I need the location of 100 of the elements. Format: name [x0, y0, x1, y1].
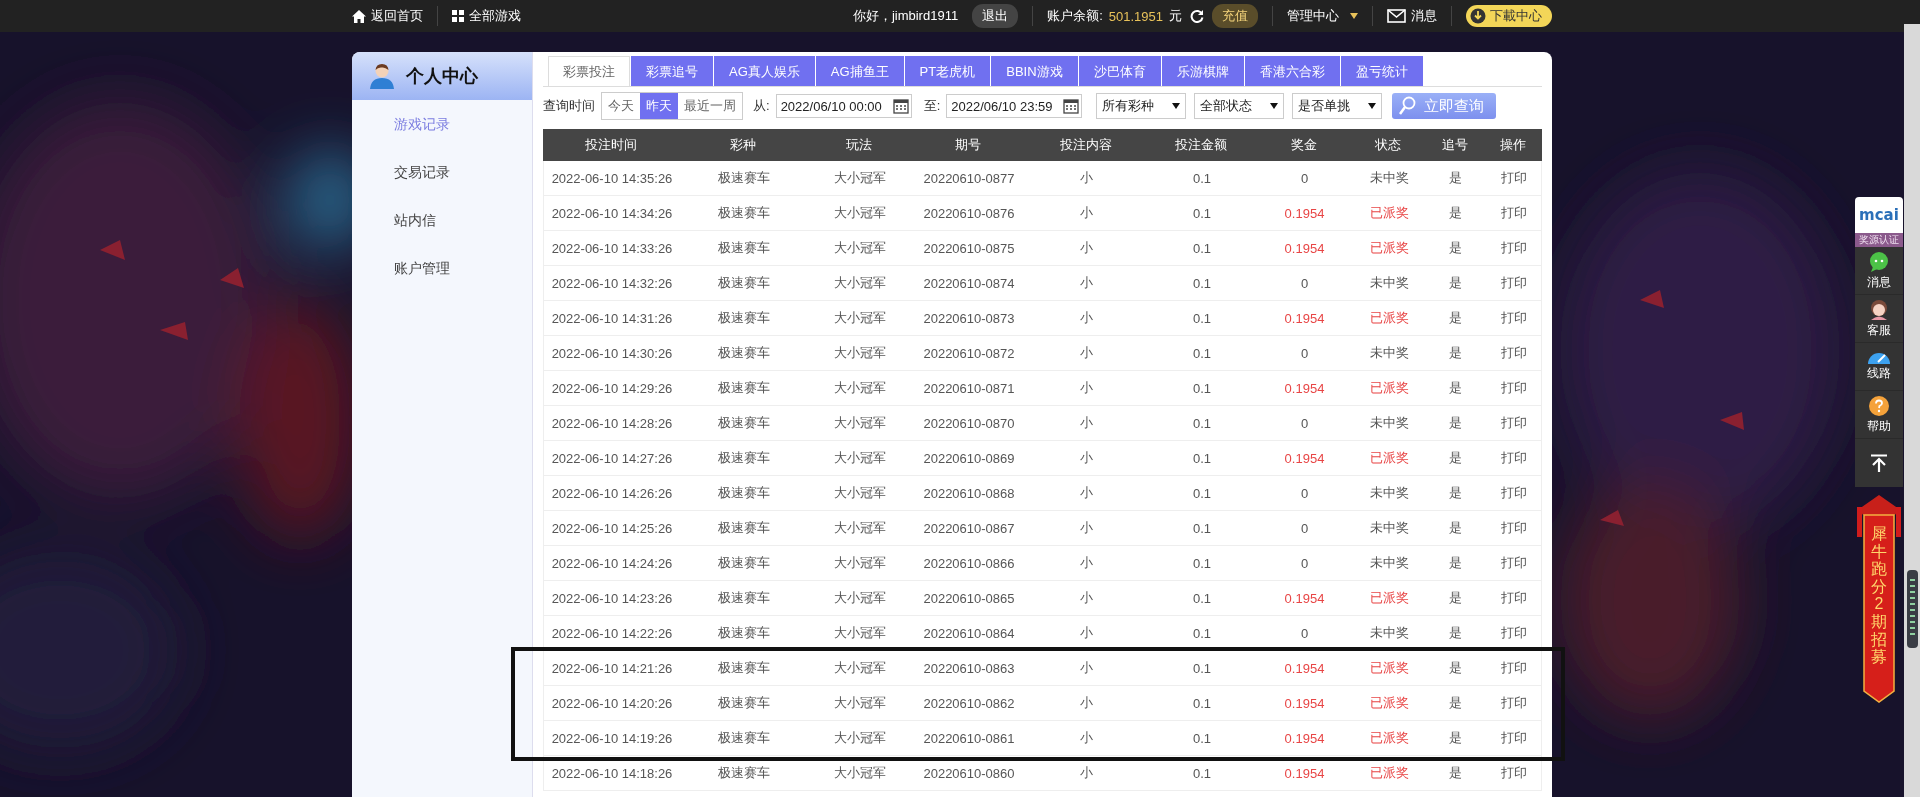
print-link[interactable]: 打印 — [1485, 169, 1543, 187]
print-link[interactable]: 打印 — [1485, 449, 1543, 467]
table-cell-text: 未中奖 — [1368, 344, 1410, 362]
date-field[interactable]: 2022/06/10 00:00 — [775, 94, 912, 118]
tab[interactable]: AG捕鱼王 — [815, 56, 904, 86]
calendar-icon[interactable] — [892, 98, 909, 114]
print-link[interactable]: 打印 — [1485, 729, 1543, 747]
calendar-icon[interactable] — [1063, 98, 1080, 114]
messages-link[interactable]: 消息 — [1387, 7, 1437, 25]
admin-menu[interactable]: 管理中心 — [1287, 7, 1358, 25]
print-link[interactable]: 打印 — [1485, 309, 1543, 327]
table-cell-text: 2022-06-10 14:21:26 — [550, 660, 674, 676]
table-cell-text: 大小冠军 — [832, 414, 887, 432]
table-cell-text: 小 — [1079, 729, 1094, 747]
back-to-top-button[interactable] — [1855, 439, 1903, 487]
table-cell-text: 20220610-0873 — [922, 310, 1016, 326]
table-cell-text: 未中奖 — [1368, 169, 1410, 187]
tab[interactable]: AG真人娱乐 — [714, 56, 815, 86]
tab[interactable]: 沙巴体育 — [1078, 56, 1161, 86]
filter-label: 查询时间 — [543, 97, 595, 115]
table-cell-text: 小 — [1079, 309, 1094, 327]
print-link[interactable]: 打印 — [1485, 344, 1543, 362]
user-icon — [370, 63, 394, 89]
table-cell-text: 2022-06-10 14:23:26 — [550, 590, 674, 606]
games-link[interactable]: 全部游戏 — [452, 7, 521, 25]
table-cell-text: 极速赛车 — [716, 764, 771, 782]
table-cell-text: 是 — [1448, 239, 1463, 257]
table-cell-text: 未中奖 — [1368, 484, 1410, 502]
table-cell-text: 0.1 — [1191, 310, 1213, 326]
tab[interactable]: 乐游棋牌 — [1161, 56, 1244, 86]
table-cell-text: 0 — [1299, 520, 1310, 536]
table-cell-text: 20220610-0876 — [922, 205, 1016, 221]
table-cell-text: 0.1954 — [1283, 730, 1326, 746]
table-cell-text: 0.1954 — [1283, 450, 1326, 466]
print-link[interactable]: 打印 — [1485, 484, 1543, 502]
recharge-button[interactable]: 充值 — [1212, 4, 1258, 28]
sidebar-item[interactable]: 游戏记录 — [352, 100, 532, 148]
print-link[interactable]: 打印 — [1485, 659, 1543, 677]
sidebar-title: 个人中心 — [406, 65, 478, 88]
help-icon — [1868, 394, 1890, 417]
download-button[interactable]: 下載中心 — [1466, 5, 1552, 27]
dropdown[interactable]: 所有彩种 — [1096, 93, 1187, 119]
sidebar-item[interactable]: 账户管理 — [352, 244, 532, 292]
print-link[interactable]: 打印 — [1485, 379, 1543, 397]
print-link[interactable]: 打印 — [1485, 239, 1543, 257]
tab[interactable]: BBIN游戏 — [991, 56, 1078, 86]
table-cell-text: 是 — [1448, 624, 1463, 642]
table-cell-text: 小 — [1079, 274, 1094, 292]
table-cell-text: 是 — [1448, 449, 1463, 467]
refresh-icon[interactable] — [1190, 9, 1204, 23]
table-cell-text: 极速赛车 — [716, 169, 771, 187]
tab[interactable]: 盈亏统计 — [1340, 56, 1423, 86]
side-widget-button[interactable]: 消息 — [1855, 247, 1903, 295]
tab[interactable]: 香港六合彩 — [1244, 56, 1340, 86]
table-cell-text: 20220610-0862 — [922, 695, 1016, 711]
tab[interactable]: 彩票追号 — [631, 56, 713, 86]
table-cell-text: 2022-06-10 14:18:26 — [550, 765, 674, 781]
table-cell-text: 0.1 — [1191, 520, 1213, 536]
print-link[interactable]: 打印 — [1485, 554, 1543, 572]
table-cell-text: 极速赛车 — [716, 239, 771, 257]
column-header: 状态 — [1374, 136, 1402, 154]
sidebar-item[interactable]: 站内信 — [352, 196, 532, 244]
table-cell-text: 2022-06-10 14:22:26 — [550, 625, 674, 641]
print-link[interactable]: 打印 — [1485, 274, 1543, 292]
print-link[interactable]: 打印 — [1485, 519, 1543, 537]
logout-button[interactable]: 退出 — [972, 4, 1019, 28]
table-cell-text: 小 — [1079, 519, 1094, 537]
table-cell-text: 已派奖 — [1368, 309, 1410, 327]
equalizer-icon[interactable] — [1907, 570, 1918, 648]
table-cell-text: 0.1 — [1191, 625, 1213, 641]
table-cell-text: 极速赛车 — [716, 554, 771, 572]
table-cell-text: 20220610-0868 — [922, 485, 1016, 501]
dropdown[interactable]: 全部状态 — [1194, 93, 1285, 119]
print-link[interactable]: 打印 — [1485, 414, 1543, 432]
dropdown[interactable]: 是否单挑 — [1292, 93, 1383, 119]
side-widget-button[interactable]: 线路 — [1855, 343, 1903, 391]
table-cell-text: 已派奖 — [1368, 204, 1410, 222]
side-widget-button[interactable]: 客服 — [1855, 295, 1903, 343]
date-range-button[interactable]: 昨天 — [640, 93, 678, 119]
sidebar-item[interactable]: 交易记录 — [352, 148, 532, 196]
print-link[interactable]: 打印 — [1485, 764, 1543, 782]
print-link[interactable]: 打印 — [1485, 204, 1543, 222]
side-widget-button[interactable]: 帮助 — [1855, 391, 1903, 439]
tab[interactable]: PT老虎机 — [904, 56, 991, 86]
table-cell-text: 极速赛车 — [716, 344, 771, 362]
table-cell-text: 大小冠军 — [832, 344, 887, 362]
table-cell-text: 0 — [1299, 485, 1310, 501]
date-field[interactable]: 2022/06/10 23:59 — [946, 94, 1083, 118]
home-link[interactable]: 返回首页 — [352, 7, 423, 25]
table-cell-text: 0.1 — [1191, 555, 1213, 571]
tab[interactable]: 彩票投注 — [548, 56, 630, 86]
print-link[interactable]: 打印 — [1485, 624, 1543, 642]
print-link[interactable]: 打印 — [1485, 589, 1543, 607]
print-link[interactable]: 打印 — [1485, 694, 1543, 712]
table-cell-text: 极速赛车 — [716, 449, 771, 467]
avatar-icon — [1868, 298, 1890, 321]
table-cell-text: 20220610-0870 — [922, 415, 1016, 431]
balance-label: 账户余额: — [1047, 7, 1103, 25]
table-cell-text: 是 — [1448, 589, 1463, 607]
table-cell-text: 0 — [1299, 415, 1310, 431]
